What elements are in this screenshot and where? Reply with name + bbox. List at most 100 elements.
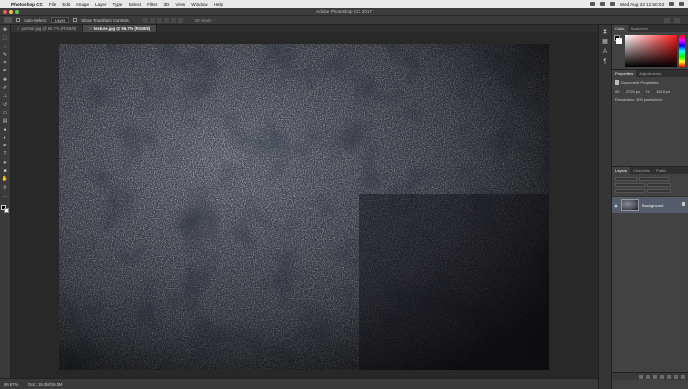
blur-tool-icon[interactable]: ●: [2, 127, 9, 133]
close-tab-icon[interactable]: ×: [17, 26, 19, 31]
transform-controls-checkbox[interactable]: [73, 18, 78, 22]
crop-tool-icon[interactable]: ⌗: [2, 60, 9, 66]
gradient-tool-icon[interactable]: ▤: [2, 118, 9, 124]
history-panel-icon[interactable]: ⧗: [601, 29, 609, 35]
visibility-eye-icon[interactable]: ◉: [614, 203, 618, 208]
height-value[interactable]: 1815 px: [656, 89, 670, 94]
more-tools-icon[interactable]: …: [2, 193, 9, 199]
menu-file[interactable]: File: [49, 2, 56, 7]
new-layer-icon[interactable]: [674, 374, 678, 379]
lasso-tool-icon[interactable]: ◌: [2, 44, 9, 50]
move-tool-preset-icon[interactable]: [4, 17, 12, 23]
tab-channels[interactable]: Channels: [630, 167, 653, 174]
lock-buttons[interactable]: [615, 189, 645, 193]
align-bottom-icon[interactable]: [156, 17, 162, 23]
hue-slider[interactable]: [679, 35, 685, 67]
quick-select-tool-icon[interactable]: ✎: [2, 52, 9, 58]
eraser-tool-icon[interactable]: ▭: [2, 110, 9, 116]
tab-layers[interactable]: Layers: [612, 167, 631, 174]
align-center-icon[interactable]: [170, 17, 176, 23]
tab-swatches[interactable]: Swatches: [628, 25, 651, 32]
layer-row[interactable]: ◉ Background: [612, 197, 688, 213]
type-tool-icon[interactable]: T: [2, 151, 9, 157]
tab-color[interactable]: Color: [612, 25, 628, 32]
hand-tool-icon[interactable]: ✋: [2, 176, 9, 182]
layers-panel-tabs: Layers Channels Paths: [612, 167, 688, 174]
workspace-switcher-icon[interactable]: [674, 18, 680, 23]
canvas-area[interactable]: [11, 32, 598, 378]
tab-portrait[interactable]: × portrait.jpg @ 66.7% (RGB/8): [11, 25, 84, 32]
tab-label: texture.jpg @ 66.7% (RGB/8): [93, 26, 151, 31]
color-picker-field[interactable]: [625, 35, 677, 67]
width-value[interactable]: 3720 px: [626, 89, 640, 94]
document-canvas[interactable]: [59, 44, 549, 370]
menu-view[interactable]: View: [175, 2, 185, 7]
tab-paths[interactable]: Paths: [653, 167, 669, 174]
character-panel-icon[interactable]: A: [601, 49, 609, 55]
search-icon[interactable]: [664, 18, 670, 23]
properties-panel-icon[interactable]: ▦: [601, 39, 609, 45]
menu-layer[interactable]: Layer: [95, 2, 107, 7]
brush-tool-icon[interactable]: ✐: [2, 85, 9, 91]
tab-texture[interactable]: × texture.jpg @ 66.7% (RGB/8): [83, 25, 158, 32]
menu-type[interactable]: Type: [113, 2, 123, 7]
new-group-icon[interactable]: [667, 374, 671, 379]
menu-filter[interactable]: Filter: [147, 2, 157, 7]
align-top-icon[interactable]: [142, 17, 148, 23]
status-bar: 66.67% Doc: 19.3M/19.3M: [0, 378, 598, 389]
clone-stamp-tool-icon[interactable]: ⊥: [2, 93, 9, 99]
tab-adjustments[interactable]: Adjustments: [636, 70, 664, 77]
menu-window[interactable]: Window: [191, 2, 207, 7]
spotlight-icon[interactable]: [669, 2, 674, 6]
history-brush-tool-icon[interactable]: ↺: [2, 102, 9, 108]
background-color-swatch[interactable]: [616, 38, 622, 44]
tab-properties[interactable]: Properties: [612, 70, 637, 77]
marquee-tool-icon[interactable]: ⬚: [2, 35, 9, 41]
align-middle-icon[interactable]: [149, 17, 155, 23]
lock-icon[interactable]: [682, 202, 685, 206]
align-left-icon[interactable]: [163, 17, 169, 23]
zoom-level[interactable]: 66.67%: [4, 382, 18, 387]
layer-filter-dropdown[interactable]: [615, 177, 637, 181]
layer-thumbnail[interactable]: [621, 199, 639, 211]
notifications-icon[interactable]: [679, 2, 684, 6]
align-right-icon[interactable]: [177, 17, 183, 23]
zoom-tool-icon[interactable]: ⚲: [2, 185, 9, 191]
path-selection-tool-icon[interactable]: ➤: [2, 160, 9, 166]
menu-app-name[interactable]: Photoshop CC: [11, 2, 43, 7]
auto-select-dropdown[interactable]: Layer: [50, 17, 70, 23]
delete-layer-icon[interactable]: [681, 374, 685, 379]
pen-tool-icon[interactable]: ✒: [2, 143, 9, 149]
menu-help[interactable]: Help: [214, 2, 223, 7]
layer-style-icon[interactable]: [646, 374, 650, 379]
properties-panel: Properties Adjustments Document Properti…: [612, 69, 688, 165]
menu-clock[interactable]: Wed Aug 23 12:50:03: [620, 2, 664, 7]
color-panel: Color Swatches: [612, 25, 688, 69]
menu-image[interactable]: Image: [76, 2, 89, 7]
wifi-icon[interactable]: [589, 2, 595, 6]
menu-select[interactable]: Select: [128, 2, 141, 7]
dodge-tool-icon[interactable]: ◐: [2, 135, 9, 141]
battery-icon[interactable]: [609, 2, 615, 6]
layer-name[interactable]: Background: [642, 203, 663, 208]
background-color-swatch[interactable]: [4, 208, 9, 213]
add-mask-icon[interactable]: [653, 374, 657, 379]
close-tab-icon[interactable]: ×: [89, 26, 91, 31]
move-tool-icon[interactable]: ✥: [2, 27, 9, 33]
opacity-field[interactable]: [647, 183, 671, 187]
rectangle-tool-icon[interactable]: ■: [2, 168, 9, 174]
menu-edit[interactable]: Edit: [62, 2, 70, 7]
link-layers-icon[interactable]: [639, 374, 643, 379]
menu-3d[interactable]: 3D: [163, 2, 169, 7]
volume-icon[interactable]: [599, 2, 605, 6]
paragraph-panel-icon[interactable]: ¶: [601, 59, 609, 65]
fill-field[interactable]: [647, 189, 671, 193]
adjustment-layer-icon[interactable]: [660, 374, 664, 379]
eyedropper-tool-icon[interactable]: ✒: [2, 68, 9, 74]
layer-filter-icons[interactable]: [639, 177, 669, 181]
height-label: H:: [646, 89, 651, 94]
healing-brush-tool-icon[interactable]: ✚: [2, 77, 9, 83]
document-info[interactable]: Doc: 19.3M/19.3M: [28, 382, 62, 387]
blend-mode-dropdown[interactable]: [615, 183, 645, 187]
auto-select-checkbox[interactable]: [16, 18, 20, 22]
